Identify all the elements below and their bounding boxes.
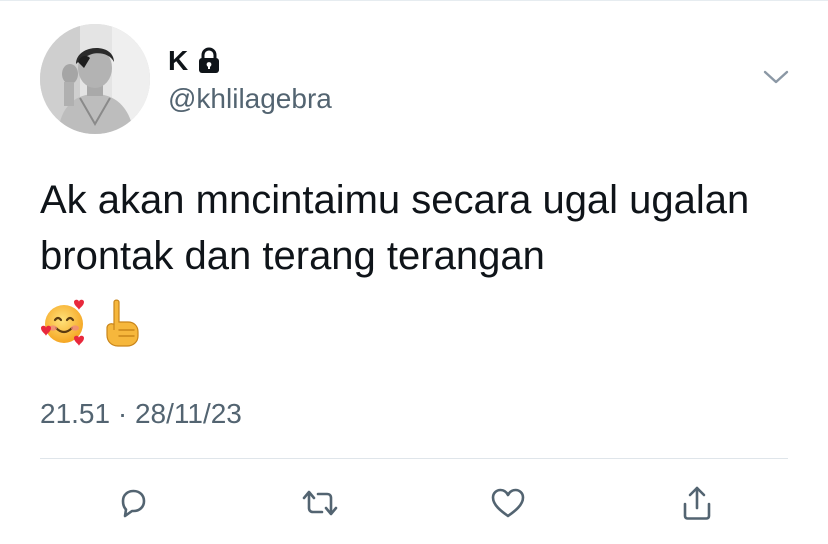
author-handle[interactable]: @khlilagebra <box>168 82 332 116</box>
chevron-down-icon[interactable] <box>762 66 790 88</box>
heart-icon <box>491 488 525 518</box>
reply-button[interactable] <box>113 483 153 523</box>
retweet-button[interactable] <box>300 483 340 523</box>
top-divider <box>0 0 828 1</box>
display-name[interactable]: K <box>168 44 188 78</box>
retweet-icon <box>302 490 338 516</box>
share-button[interactable] <box>677 483 717 523</box>
tweet-timestamp[interactable]: 21.51 · 28/11/23 <box>40 396 242 432</box>
author-name-row: K <box>168 44 224 78</box>
reply-icon <box>121 489 146 518</box>
tweet-text: Ak akan mncintaimu secara ugal ugalan br… <box>40 178 761 278</box>
share-icon <box>683 486 711 520</box>
avatar[interactable] <box>40 24 150 134</box>
lock-icon <box>194 46 224 76</box>
avatar-photo <box>40 24 150 134</box>
pointing-up-icon <box>106 299 139 347</box>
emoji-row <box>40 296 144 350</box>
smiling-face-with-hearts-icon <box>41 299 84 346</box>
actions-divider <box>40 458 788 459</box>
like-button[interactable] <box>488 483 528 523</box>
